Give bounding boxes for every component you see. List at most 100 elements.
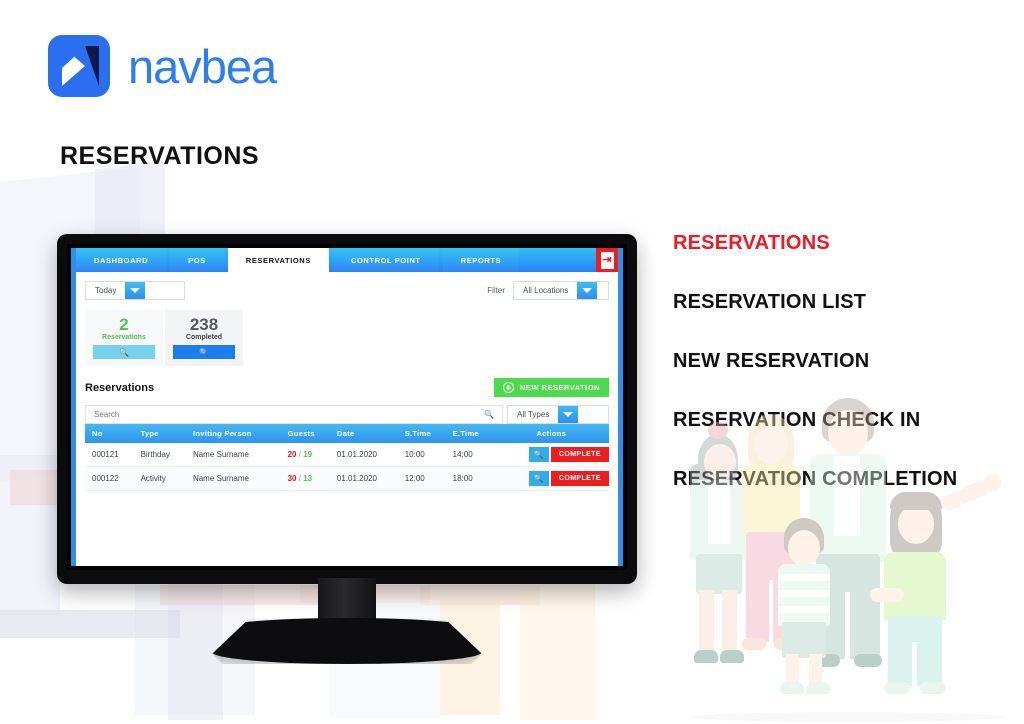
col-no: No [85, 424, 134, 443]
plus-circle-icon [502, 382, 514, 393]
cell-inviting-person: Name Surname [185, 443, 281, 467]
exit-button[interactable] [596, 248, 618, 272]
table-body: 000121 Birthday Name Surname 20 / 19 01.… [85, 443, 609, 491]
table-header: No Type Inviting Person Guests Date S.Ti… [85, 424, 609, 443]
chevron-down-icon [558, 406, 579, 423]
monitor-mockup: DASHBOARD POS RESERVATIONS CONTROL POINT… [57, 234, 637, 664]
cell-guests: 20 / 19 [280, 443, 330, 467]
search-icon: 🔍 [533, 474, 544, 483]
col-guests: Guests [280, 424, 330, 443]
location-select[interactable]: All Locations [513, 281, 609, 300]
app-navbar: DASHBOARD POS RESERVATIONS CONTROL POINT… [71, 248, 623, 272]
screen-right-edge [618, 248, 623, 566]
filters-toolbar: Today Filter All Locations [85, 281, 609, 300]
page-title: RESERVATIONS [60, 142, 260, 170]
brand-name: navbea [128, 39, 277, 93]
nav-tab-reports[interactable]: REPORTS [442, 248, 520, 272]
stat-card-completed: 238 Completed 🔍 [165, 310, 243, 366]
reservations-table: No Type Inviting Person Guests Date S.Ti… [85, 424, 609, 491]
cell-date: 01.01.2020 [329, 443, 398, 467]
table-row[interactable]: 000122 Activity Name Surname 30 / 13 01.… [85, 466, 609, 491]
nav-tab-control-point[interactable]: CONTROL POINT [332, 248, 439, 272]
background-shape [0, 610, 180, 638]
guests-separator: / [298, 450, 301, 459]
cell-no: 000122 [85, 466, 134, 491]
table-search-row: 🔍 All Types [85, 405, 609, 424]
filter-label: Filter [487, 286, 505, 295]
cell-start-time: 12:00 [397, 466, 446, 491]
cell-inviting-person: Name Surname [185, 466, 281, 491]
view-reservation-button[interactable]: 🔍 [528, 447, 549, 462]
stat-value: 238 [189, 315, 219, 334]
type-select[interactable]: All Types [507, 405, 609, 424]
app-content: Today Filter All Locations 2 Reservation… [71, 272, 623, 566]
type-value: All Types [517, 410, 550, 419]
cell-actions: 🔍 COMPLETE [493, 466, 609, 491]
guests-checked: 19 [303, 450, 313, 459]
family-illustration [672, 392, 1024, 724]
date-range-select[interactable]: Today [85, 281, 185, 300]
search-input[interactable] [94, 410, 485, 419]
table-row[interactable]: 000121 Birthday Name Surname 20 / 19 01.… [85, 443, 609, 467]
brand-logo: navbea [48, 35, 277, 97]
section-title: Reservations [85, 381, 155, 394]
cell-date: 01.01.2020 [329, 466, 398, 491]
new-reservation-label: NEW RESERVATION [519, 383, 600, 392]
cell-type: Activity [133, 466, 186, 491]
col-type: Type [133, 424, 186, 443]
stat-label: Completed [185, 334, 223, 341]
stat-label: Reservations [102, 334, 146, 341]
stat-search-button-completed[interactable]: 🔍 [173, 345, 235, 359]
cell-end-time: 18:00 [445, 466, 494, 491]
chevron-down-icon [577, 282, 598, 299]
cell-type: Birthday [133, 443, 186, 467]
search-box[interactable]: 🔍 [85, 405, 503, 424]
navbea-arrow-logo-icon [48, 35, 110, 97]
poster-canvas: navbea RESERVATIONS DASHBOARD POS RESERV… [0, 0, 1024, 724]
complete-reservation-button[interactable]: COMPLETE [550, 447, 609, 462]
col-inviting-person: Inviting Person [185, 424, 281, 443]
guests-checked: 13 [303, 474, 313, 483]
stat-search-button-reservations[interactable]: 🔍 [93, 345, 155, 359]
view-reservation-button[interactable]: 🔍 [528, 471, 549, 486]
feature-item-reservation-list: RESERVATION LIST [673, 291, 867, 313]
screen-left-edge [71, 248, 76, 566]
feature-item-new-reservation: NEW RESERVATION [673, 350, 870, 372]
guests-total: 30 [287, 474, 297, 483]
cell-guests: 30 / 13 [280, 466, 330, 491]
cell-start-time: 10:00 [397, 443, 446, 467]
nav-tab-reservations[interactable]: RESERVATIONS [227, 248, 329, 272]
col-actions: Actions [493, 424, 609, 443]
new-reservation-button[interactable]: NEW RESERVATION [493, 378, 609, 397]
location-value: All Locations [523, 286, 569, 295]
table-header-row: No Type Inviting Person Guests Date S.Ti… [85, 424, 609, 443]
cell-no: 000121 [85, 443, 134, 467]
col-end-time: E.Time [445, 424, 494, 443]
feature-item-reservations: RESERVATIONS [673, 232, 830, 254]
search-icon: 🔍 [533, 450, 544, 459]
search-icon: 🔍 [119, 347, 129, 357]
nav-tab-pos[interactable]: POS [170, 248, 224, 272]
exit-door-icon [600, 251, 614, 269]
col-date: Date [329, 424, 398, 443]
guests-separator: / [298, 474, 301, 483]
background-shape [520, 580, 595, 720]
stat-card-reservations: 2 Reservations 🔍 [85, 310, 163, 366]
guests-total: 20 [287, 450, 297, 459]
search-icon: 🔍 [484, 410, 494, 419]
nav-tab-dashboard[interactable]: DASHBOARD [76, 248, 167, 272]
monitor-stand-base [212, 618, 482, 664]
section-header: Reservations NEW RESERVATION [85, 378, 609, 397]
app-screen: DASHBOARD POS RESERVATIONS CONTROL POINT… [71, 248, 623, 566]
complete-reservation-button[interactable]: COMPLETE [550, 471, 609, 486]
stat-cards: 2 Reservations 🔍 238 Completed 🔍 [85, 310, 609, 366]
col-start-time: S.Time [397, 424, 446, 443]
cell-end-time: 14:00 [445, 443, 494, 467]
stat-value: 2 [119, 315, 129, 334]
chevron-down-icon [125, 282, 146, 299]
date-range-value: Today [95, 286, 117, 295]
location-filter-group: Filter All Locations [487, 281, 609, 300]
search-icon: 🔍 [199, 347, 209, 357]
cell-actions: 🔍 COMPLETE [493, 443, 609, 467]
